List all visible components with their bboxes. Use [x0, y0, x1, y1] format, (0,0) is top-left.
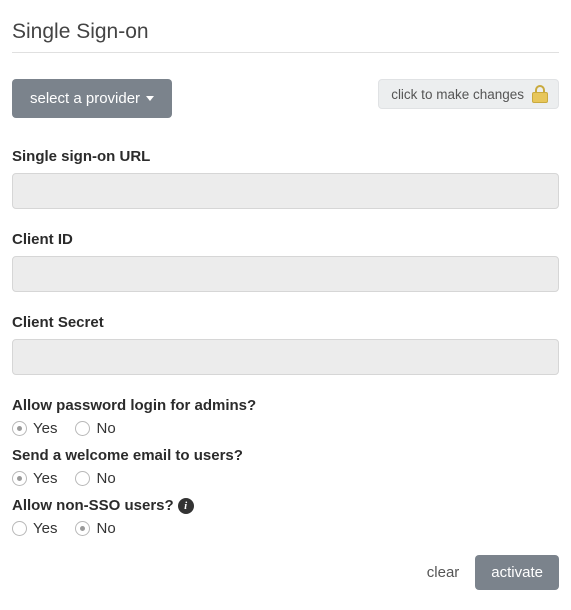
sso-url-label: Single sign-on URL: [12, 148, 559, 165]
client-secret-input[interactable]: [12, 339, 559, 375]
welcome-email-no[interactable]: No: [75, 470, 115, 487]
divider: [12, 52, 559, 53]
welcome-email-group: Yes No: [12, 470, 559, 487]
top-row: select a provider click to make changes: [12, 79, 559, 118]
allow-password-admins-no[interactable]: No: [75, 420, 115, 437]
select-provider-button[interactable]: select a provider: [12, 79, 172, 118]
caret-down-icon: [146, 96, 154, 101]
allow-non-sso-yes[interactable]: Yes: [12, 520, 57, 537]
client-secret-label: Client Secret: [12, 314, 559, 331]
sso-url-input[interactable]: [12, 173, 559, 209]
client-id-field: Client ID: [12, 231, 559, 292]
page-title: Single Sign-on: [12, 20, 559, 44]
radio-icon: [12, 421, 27, 436]
radio-label: Yes: [33, 520, 57, 537]
welcome-email-yes[interactable]: Yes: [12, 470, 57, 487]
radio-label: No: [96, 420, 115, 437]
radio-icon: [75, 471, 90, 486]
client-secret-field: Client Secret: [12, 314, 559, 375]
activate-button[interactable]: activate: [475, 555, 559, 590]
allow-non-sso-group: Yes No: [12, 520, 559, 537]
radio-icon: [12, 521, 27, 536]
client-id-label: Client ID: [12, 231, 559, 248]
welcome-email-label: Send a welcome email to users?: [12, 447, 559, 464]
lock-icon: [532, 85, 548, 103]
allow-password-admins-label: Allow password login for admins?: [12, 397, 559, 414]
select-provider-label: select a provider: [30, 90, 140, 107]
radio-icon: [75, 521, 90, 536]
radio-label: No: [96, 520, 115, 537]
allow-non-sso-label: Allow non-SSO users? i: [12, 497, 559, 514]
radio-label: Yes: [33, 470, 57, 487]
allow-non-sso-label-text: Allow non-SSO users?: [12, 497, 174, 514]
unlock-label: click to make changes: [391, 87, 524, 102]
radio-icon: [75, 421, 90, 436]
sso-url-field: Single sign-on URL: [12, 148, 559, 209]
footer: clear activate: [12, 555, 559, 590]
radio-label: No: [96, 470, 115, 487]
unlock-changes-button[interactable]: click to make changes: [378, 79, 559, 109]
info-icon[interactable]: i: [178, 498, 194, 514]
allow-password-admins-yes[interactable]: Yes: [12, 420, 57, 437]
allow-password-admins-group: Yes No: [12, 420, 559, 437]
clear-button[interactable]: clear: [427, 564, 460, 581]
radio-icon: [12, 471, 27, 486]
allow-non-sso-no[interactable]: No: [75, 520, 115, 537]
radio-label: Yes: [33, 420, 57, 437]
client-id-input[interactable]: [12, 256, 559, 292]
